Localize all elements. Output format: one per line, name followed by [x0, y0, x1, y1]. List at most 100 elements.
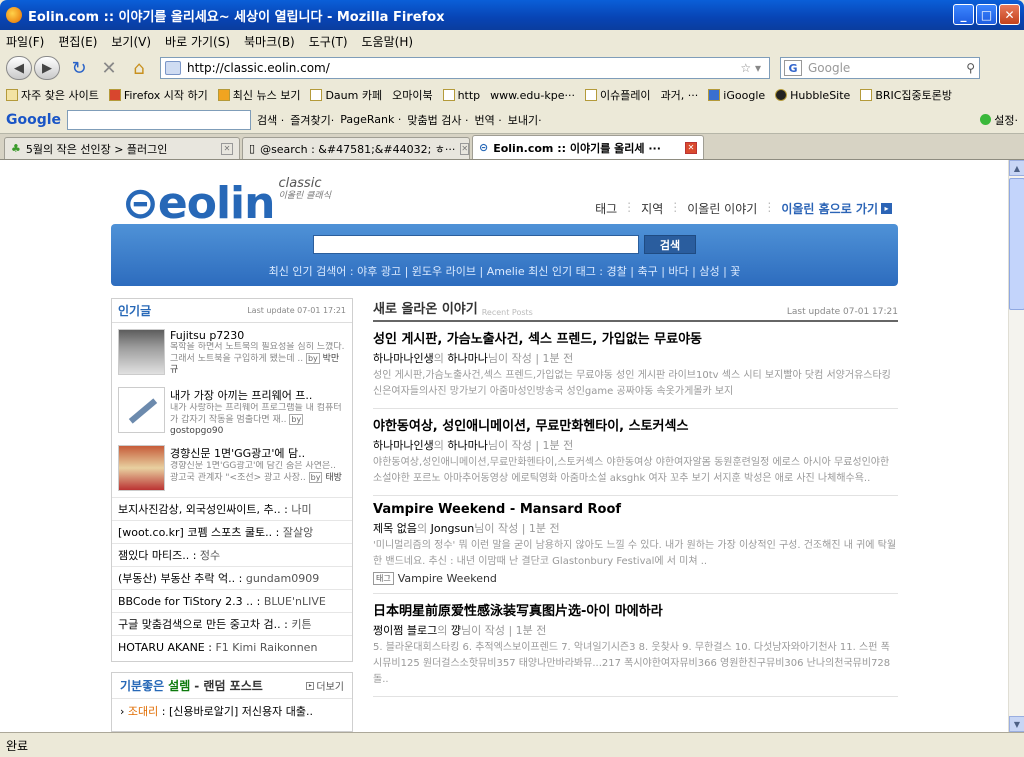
popular-list-item[interactable]: HOTARU AKANE : F1 Kimi Raikonnen: [112, 635, 352, 658]
status-dot-icon: [980, 114, 992, 125]
bookmark-item[interactable]: BRIC집중토론방: [860, 87, 952, 103]
site-search-button[interactable]: 검색: [644, 235, 696, 254]
bookmark-item[interactable]: www.edu-kpe···: [490, 89, 575, 102]
bookmark-item[interactable]: Firefox 시작 하기: [108, 87, 208, 103]
gtoolbar-send[interactable]: 보내기·: [508, 112, 542, 128]
post-meta: 하나마나인생의 하나마나님이 작성 | 1분 전: [373, 439, 574, 452]
minimize-button[interactable]: _: [953, 4, 974, 25]
search-input[interactable]: G Google ⚲: [780, 57, 980, 79]
nav-tag[interactable]: 태그: [595, 200, 617, 217]
thumbnail[interactable]: [118, 445, 165, 491]
firefox-icon: [6, 7, 22, 23]
popular-item[interactable]: 경향신문 1면'GG광고'에 담.. 경향신문 1면'GG광고'에 담긴 숨은 …: [112, 439, 352, 497]
popular-list-item[interactable]: 구글 맞춤검색으로 만든 중고차 검.. : 키튼: [112, 612, 352, 635]
popular-item-title[interactable]: 내가 가장 아끼는 프리웨어 프..: [170, 387, 346, 403]
random-post-panel: 기분좋은 설렘 - 랜덤 포스트 ▸ 더보기 › 조대리 : [신용바로알기] 저…: [111, 672, 353, 732]
post-title[interactable]: 야한동여상, 성인애니메이션, 무료만화헨타이, 스토커섹스: [373, 415, 898, 434]
eolin-logo[interactable]: ⊝eolin classic 이올린 클래식: [122, 177, 331, 226]
close-button[interactable]: ✕: [999, 4, 1020, 25]
window-title: Eolin.com :: 이야기를 올리세요~ 세상이 열립니다 - Mozil…: [28, 9, 445, 25]
post-item: 야한동여상, 성인애니메이션, 무료만화헨타이, 스토커섹스 하나마나인생의 하…: [373, 409, 898, 496]
bookmark-item[interactable]: iGoogle: [708, 89, 765, 102]
recent-posts-subtitle: Recent Posts: [481, 308, 533, 317]
bookmark-item[interactable]: 최신 뉴스 보기: [217, 87, 300, 103]
tab-1[interactable]: ♣ 5월의 작은 선인장 > 플러그인 ✕: [4, 137, 240, 159]
menu-file[interactable]: 파일(F): [6, 33, 44, 50]
url-bar[interactable]: http://classic.eolin.com/ ☆ ▾: [160, 57, 770, 79]
popular-item-title[interactable]: 경향신문 1면'GG광고'에 담..: [170, 445, 346, 461]
menu-bookmarks[interactable]: 북마크(B): [244, 33, 295, 50]
gtoolbar-search[interactable]: 검색 ·: [257, 112, 284, 128]
popular-list-item[interactable]: 잼있다 마티즈.. : 정수: [112, 543, 352, 566]
arrow-icon: ▸: [881, 203, 892, 214]
home-icon[interactable]: ⌂: [126, 56, 152, 80]
gtoolbar-spellcheck[interactable]: 맞춤법 검사 ·: [407, 112, 468, 128]
popular-item-desc: 경향신문 1면'GG광고'에 담긴 숨은 사연은.. 광고국 관계자 "<조선>…: [170, 461, 342, 483]
bookmark-item[interactable]: Daum 카페: [310, 87, 382, 103]
popular-list-item[interactable]: 보지사진감상, 외국성인싸이트, 추.. : 나미: [112, 497, 352, 520]
menu-tools[interactable]: 도구(T): [309, 33, 348, 50]
random-post-item[interactable]: › 조대리 : [신용바로알기] 저신용자 대출..: [112, 699, 352, 723]
gtoolbar-settings[interactable]: 설정·: [980, 112, 1018, 128]
more-link[interactable]: ▸ 더보기: [306, 678, 344, 693]
bookmark-item[interactable]: 자주 찾은 사이트: [6, 87, 99, 103]
page-content: ⊝eolin classic 이올린 클래식 태그 ⋮ 지역 ⋮ 이올린 이야기 ⋮ 이…: [0, 160, 1008, 732]
google-toolbar-search[interactable]: [67, 109, 252, 130]
menu-edit[interactable]: 편집(E): [58, 33, 97, 50]
post-body: 5. 블라운대회스타킹 6. 추적엑스보이프렌드 7. 악녀일기시즌3 8. 웃…: [373, 642, 891, 685]
stop-icon[interactable]: ✕: [96, 56, 122, 80]
popular-item[interactable]: 내가 가장 아끼는 프리웨어 프.. 내가 사랑하는 프리웨어 프로그램들 내 …: [112, 381, 352, 439]
scroll-thumb[interactable]: [1009, 178, 1024, 310]
status-text: 완료: [6, 738, 29, 753]
tab-3[interactable]: ⊝ Eolin.com :: 이야기를 올리세 ··· ✕: [472, 135, 704, 159]
star-icon[interactable]: ☆ ▾: [740, 61, 761, 75]
thumbnail[interactable]: [118, 387, 165, 433]
vertical-scrollbar[interactable]: ▲ ▼: [1008, 160, 1024, 732]
post-body: '미니멀리즘의 정수' 뭐 이런 말을 굳이 남용하지 않아도 느낄 수 있다.…: [373, 540, 897, 567]
bookmark-item[interactable]: http: [442, 89, 480, 102]
tab-2[interactable]: ▯ @search : &#47581;&#44032; ㅎ··· ✕: [242, 137, 470, 159]
gtoolbar-favorites[interactable]: 즐겨찾기·: [290, 112, 334, 128]
popular-item-desc: 복학을 하면서 노트북의 필요성을 심히 느꼈다. 그래서 노트북을 구입하게 …: [170, 342, 345, 375]
nav-eolin-home[interactable]: 이올린 홈으로 가기 ▸: [781, 200, 892, 217]
search-icon[interactable]: ⚲: [966, 61, 975, 75]
back-button[interactable]: ◀: [6, 56, 32, 80]
popular-list-item[interactable]: [woot.co.kr] 코펨 스포츠 쿨토.. : 잘살앙: [112, 520, 352, 543]
tab-close-icon[interactable]: ✕: [460, 142, 469, 155]
tab-close-icon[interactable]: ✕: [221, 142, 233, 155]
popular-list-item[interactable]: BBCode for TiStory 2.3 .. : BLUE'nLIVE: [112, 589, 352, 612]
logo-subtitle: classic 이올린 클래식: [278, 176, 331, 201]
reload-icon[interactable]: ↻: [66, 56, 92, 80]
nav-region[interactable]: 지역: [641, 200, 663, 217]
bookmark-item[interactable]: 이슈플레이: [584, 87, 651, 103]
google-toolbar: Google 검색 · 즐겨찾기· PageRank · 맞춤법 검사 · 번역…: [0, 106, 1024, 134]
cactus-icon: ♣: [11, 142, 21, 155]
post-title[interactable]: 성인 게시판, 가슴노출사건, 섹스 프렌드, 가입없는 무료야동: [373, 328, 898, 347]
bookmark-item[interactable]: HubbleSite: [775, 89, 850, 102]
menu-view[interactable]: 보기(V): [111, 33, 151, 50]
tab-close-icon[interactable]: ✕: [685, 141, 697, 154]
popular-list-item[interactable]: (부동산) 부동산 추락 억.. : gundam0909: [112, 566, 352, 589]
google-engine-icon[interactable]: G: [784, 60, 802, 76]
menu-help[interactable]: 도움말(H): [362, 33, 414, 50]
scroll-up-icon[interactable]: ▲: [1009, 160, 1024, 176]
gtoolbar-translate[interactable]: 번역 ·: [474, 112, 501, 128]
thumbnail[interactable]: [118, 329, 165, 375]
scroll-down-icon[interactable]: ▼: [1009, 716, 1024, 732]
post-title[interactable]: Vampire Weekend - Mansard Roof: [373, 502, 898, 517]
gtoolbar-pagerank[interactable]: PageRank ·: [340, 113, 401, 126]
bookmark-item[interactable]: 오마이북: [392, 87, 432, 103]
bookmark-item[interactable]: 과거, ···: [661, 87, 699, 103]
popular-item[interactable]: Fujitsu p7230 복학을 하면서 노트북의 필요성을 심히 느꼈다. …: [112, 323, 352, 381]
popular-keywords[interactable]: 최신 인기 검색어 : 야후 광고 | 윈도우 라이브 | Amelie 최신 …: [111, 263, 898, 279]
forward-button[interactable]: ▶: [34, 56, 60, 80]
nav-eolin-story[interactable]: 이올린 이야기: [687, 200, 757, 217]
menu-go[interactable]: 바로 가기(S): [165, 33, 230, 50]
panel-title-c: - 랜덤 포스트: [194, 679, 263, 693]
maximize-button[interactable]: □: [976, 4, 997, 25]
site-search-input[interactable]: [313, 235, 639, 254]
post-tag[interactable]: 태그 Vampire Weekend: [373, 572, 898, 585]
popular-item-title[interactable]: Fujitsu p7230: [170, 329, 346, 342]
status-bar: 완료: [0, 732, 1024, 757]
post-title[interactable]: 日本明星前原爱性感泳装写真图片选-아이 마에하라: [373, 600, 898, 619]
